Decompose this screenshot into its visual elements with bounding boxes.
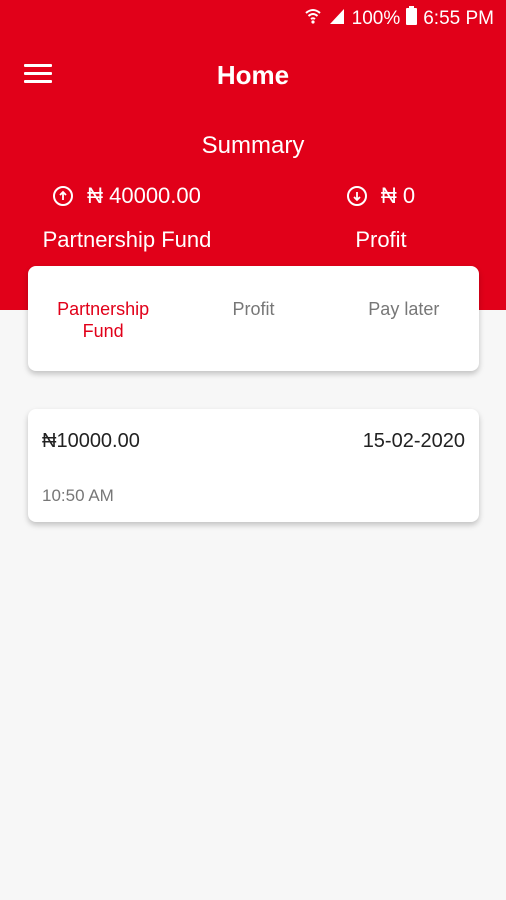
tab-pay-later[interactable]: Pay later [329, 266, 479, 371]
arrow-up-circle-icon [53, 186, 74, 206]
profit-label: Profit [355, 227, 407, 252]
tab-label: Pay later [368, 299, 440, 319]
page-title: Home [216, 60, 290, 90]
battery-level: 100% [351, 7, 401, 29]
fund-label: Partnership Fund [42, 227, 212, 252]
fund-amount: ₦ 40000.00 [87, 183, 201, 208]
battery-icon [406, 6, 418, 31]
app-bar: Home [0, 40, 506, 110]
profit-summary: ₦ 0 Profit [330, 183, 432, 253]
arrow-down-circle-icon [346, 186, 367, 206]
list-item[interactable]: ₦10000.00 15-02-2020 10:50 AM [28, 409, 479, 522]
tab-label: Partnership [57, 299, 150, 319]
tab-label: Profit [232, 299, 275, 319]
entry-date: 15-02-2020 [362, 430, 465, 452]
entry-amount: ₦10000.00 [42, 430, 140, 452]
wifi-icon [304, 7, 322, 31]
entry-time: 10:50 AM [42, 486, 114, 505]
partnership-fund-summary: ₦ 40000.00 Partnership Fund [40, 183, 214, 253]
clock: 6:55 PM [423, 7, 494, 29]
summary-title: Summary [201, 132, 305, 159]
signal-icon [328, 7, 346, 31]
status-bar: 100% 6:55 PM [0, 0, 506, 34]
tab-bar: Partnership Fund Profit Pay later [28, 266, 479, 371]
tab-partnership-fund[interactable]: Partnership Fund [28, 266, 178, 371]
profit-amount: ₦ 0 [380, 183, 416, 208]
tab-profit[interactable]: Profit [178, 266, 328, 371]
tab-label: Fund [82, 321, 124, 341]
